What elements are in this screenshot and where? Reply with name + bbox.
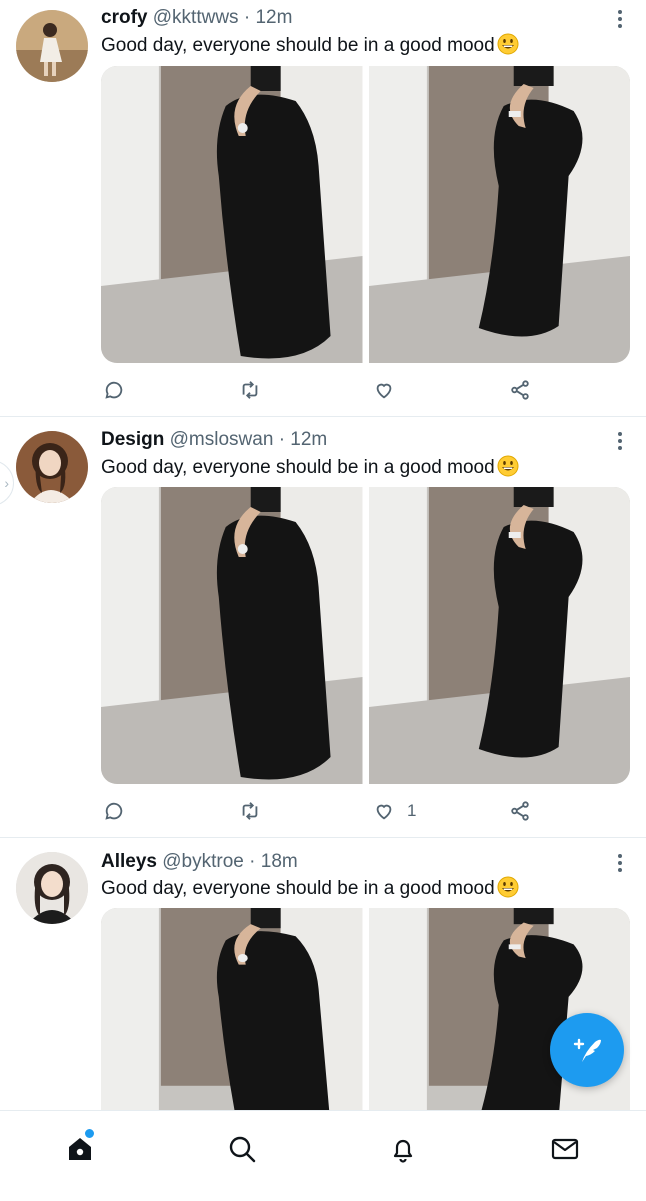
- separator-dot: ·: [249, 851, 256, 872]
- retweet-button[interactable]: [239, 377, 261, 403]
- tweet-actions: [101, 377, 541, 403]
- tweet-media[interactable]: [101, 908, 630, 1110]
- search-icon: [229, 1136, 256, 1163]
- tweet-text-content: Good day, everyone should be in a good m…: [101, 457, 495, 478]
- compose-tweet-button[interactable]: [550, 1013, 624, 1087]
- retweet-icon: [242, 381, 258, 399]
- chevron-right-icon: ›: [4, 475, 9, 491]
- timeline-feed[interactable]: crofy @kkttwws · 12m Good day, everyone …: [0, 0, 646, 1110]
- tweet-text-content: Good day, everyone should be in a good m…: [101, 35, 495, 56]
- reply-icon: [105, 802, 123, 820]
- author-handle[interactable]: @byktroe: [162, 851, 244, 872]
- author-handle[interactable]: @kkttwws: [153, 7, 239, 28]
- avatar[interactable]: [16, 852, 88, 924]
- retweet-icon: [242, 802, 258, 820]
- tweet-media[interactable]: [101, 487, 630, 784]
- tweet-time[interactable]: 12m: [255, 7, 292, 28]
- tweet-header: Design @msloswan · 12m: [101, 428, 606, 452]
- like-button[interactable]: 1: [373, 798, 416, 824]
- tweet-text: Good day, everyone should be in a good m…: [101, 455, 626, 480]
- tab-search[interactable]: [222, 1129, 262, 1169]
- separator-dot: ·: [243, 7, 251, 28]
- share-icon: [511, 801, 529, 821]
- share-icon: [511, 380, 529, 400]
- retweet-button[interactable]: [239, 798, 261, 824]
- author-handle[interactable]: @msloswan: [170, 429, 274, 450]
- tweet-header: crofy @kkttwws · 12m: [101, 6, 606, 30]
- tweet-time[interactable]: 12m: [290, 429, 327, 450]
- share-button[interactable]: [509, 798, 531, 824]
- like-icon: [376, 804, 392, 820]
- tweet-actions: 1: [101, 798, 541, 824]
- tweet-media[interactable]: [101, 66, 630, 363]
- like-icon: [376, 383, 392, 399]
- grinning-face-emoji: [497, 876, 519, 898]
- tweet-text-content: Good day, everyone should be in a good m…: [101, 878, 495, 899]
- notifications-icon: [393, 1139, 413, 1163]
- reply-button[interactable]: [103, 798, 125, 824]
- like-button[interactable]: [373, 377, 407, 403]
- more-options-icon[interactable]: [614, 430, 626, 452]
- author-name[interactable]: Alleys: [101, 851, 157, 872]
- grinning-face-emoji: [497, 33, 519, 55]
- tweet[interactable]: crofy @kkttwws · 12m Good day, everyone …: [0, 0, 646, 417]
- tweet-text: Good day, everyone should be in a good m…: [101, 876, 626, 901]
- tweet-header: Alleys @byktroe · 18m: [101, 850, 606, 874]
- tweet-time[interactable]: 18m: [261, 851, 298, 872]
- tweet-text: Good day, everyone should be in a good m…: [101, 33, 626, 58]
- bottom-navigation: [0, 1110, 646, 1201]
- new-content-indicator: [83, 1127, 96, 1140]
- author-name[interactable]: Design: [101, 429, 164, 450]
- share-button[interactable]: [509, 377, 531, 403]
- tweet[interactable]: Design @msloswan · 12m Good day, everyon…: [0, 417, 646, 838]
- photo[interactable]: [368, 487, 630, 784]
- separator-dot: ·: [278, 429, 286, 450]
- avatar[interactable]: [16, 431, 88, 503]
- photo[interactable]: [101, 66, 363, 363]
- like-count: 1: [407, 801, 417, 820]
- tab-notifications[interactable]: [383, 1129, 423, 1169]
- more-options-icon[interactable]: [614, 8, 626, 30]
- photo[interactable]: [368, 66, 630, 363]
- author-name[interactable]: crofy: [101, 7, 147, 28]
- tab-home[interactable]: [60, 1127, 100, 1169]
- grinning-face-emoji: [497, 455, 519, 477]
- avatar[interactable]: [16, 10, 88, 82]
- photo[interactable]: [101, 487, 363, 784]
- reply-icon: [105, 381, 123, 399]
- messages-icon: [551, 1138, 579, 1160]
- photo[interactable]: [101, 908, 363, 1110]
- more-options-icon[interactable]: [614, 852, 626, 874]
- tab-messages[interactable]: [545, 1129, 585, 1169]
- reply-button[interactable]: [103, 377, 125, 403]
- compose-tweet-icon: [573, 1038, 601, 1062]
- tweet[interactable]: Alleys @byktroe · 18m Good day, everyone…: [0, 838, 646, 1110]
